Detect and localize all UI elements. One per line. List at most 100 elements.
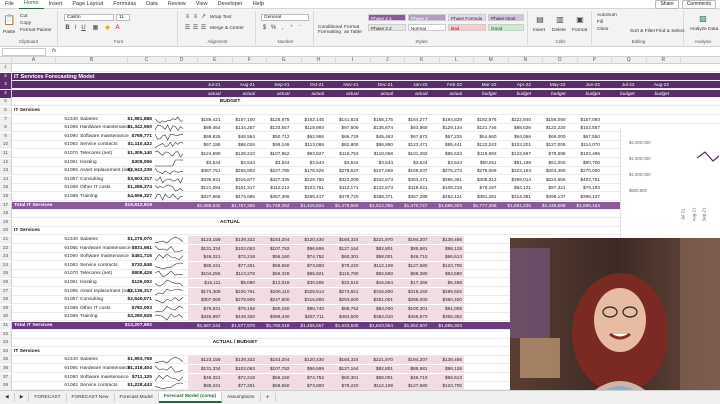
actual-value[interactable]: $66,328 bbox=[257, 270, 292, 279]
budget-value[interactable]: $86,026 bbox=[223, 141, 258, 149]
actual-budget-value[interactable]: $58,660 bbox=[257, 382, 292, 390]
row-total[interactable]: $2,136,317 bbox=[78, 288, 152, 296]
row-number[interactable]: 2 bbox=[0, 72, 12, 81]
actual-value[interactable]: $88,752 bbox=[326, 304, 361, 313]
actual-value[interactable]: $120,430 bbox=[291, 236, 326, 244]
actual-budget-value[interactable]: $73,800 bbox=[291, 382, 326, 390]
account-code[interactable]: 61082 bbox=[56, 382, 78, 390]
bold-icon[interactable]: B bbox=[64, 25, 71, 32]
column-header-o[interactable]: O bbox=[543, 57, 578, 64]
tab-page-layout[interactable]: Page Layout bbox=[67, 0, 108, 9]
budget-value[interactable]: $123,471 bbox=[395, 141, 430, 149]
grand-total[interactable]: $13,207,992 bbox=[78, 322, 152, 330]
actual-budget-value[interactable]: $85,581 bbox=[395, 365, 430, 373]
actual-value[interactable]: $360,400 bbox=[429, 296, 464, 305]
actual-value[interactable]: $5,080 bbox=[222, 279, 257, 287]
actual-value[interactable]: $98,740 bbox=[291, 304, 326, 313]
actual-value[interactable]: $74,752 bbox=[291, 253, 326, 262]
row-number[interactable]: 4 bbox=[0, 89, 12, 98]
type-header[interactable]: actual bbox=[292, 90, 327, 98]
borders-icon[interactable]: ▦ bbox=[92, 25, 99, 32]
budget-value[interactable]: $478,720 bbox=[326, 193, 361, 201]
budget-value[interactable]: $129,134 bbox=[430, 124, 465, 132]
actual-budget-value[interactable]: $79,220 bbox=[326, 382, 361, 390]
budget-value[interactable]: $3,544 bbox=[361, 159, 396, 167]
account-code[interactable]: 61095 bbox=[56, 288, 78, 296]
budget-value[interactable]: $50,911 bbox=[464, 159, 499, 167]
share-button[interactable]: Share bbox=[655, 0, 679, 9]
actual-value[interactable]: $127,164 bbox=[326, 244, 361, 253]
type-header[interactable]: actual bbox=[361, 90, 396, 98]
column-header-m[interactable]: M bbox=[474, 57, 509, 64]
copy-button[interactable]: Copy bbox=[20, 21, 31, 26]
actual-value[interactable]: $102,063 bbox=[222, 244, 257, 253]
row-number[interactable]: 34 bbox=[0, 347, 12, 356]
budget-value[interactable]: $135,874 bbox=[361, 124, 396, 132]
budget-value[interactable]: $3,544 bbox=[430, 159, 465, 167]
account-code[interactable]: 61070 bbox=[56, 150, 78, 158]
actual-value[interactable]: $398,440 bbox=[257, 313, 292, 322]
sheet-tab-forecast-new[interactable]: FORECAST New bbox=[67, 393, 115, 402]
comments-button[interactable]: Comments bbox=[681, 0, 716, 9]
row-total[interactable]: $1,342,550 bbox=[78, 124, 152, 132]
row-total[interactable]: $831,561 bbox=[78, 245, 152, 253]
budget-value[interactable]: $122,220 bbox=[533, 124, 568, 132]
section-label[interactable]: IT Services bbox=[14, 227, 64, 235]
budget-value[interactable]: $84,121 bbox=[499, 184, 534, 192]
insert-icon[interactable]: ▤ bbox=[535, 15, 545, 25]
actual-value[interactable]: $16,654 bbox=[360, 279, 395, 287]
budget-value[interactable]: $224,655 bbox=[533, 176, 568, 184]
type-header[interactable]: actual bbox=[395, 90, 430, 98]
actual-budget-value[interactable]: $56,160 bbox=[257, 373, 292, 382]
row-number[interactable]: 38 bbox=[0, 382, 12, 390]
column-header-f[interactable]: F bbox=[233, 57, 267, 64]
account-code[interactable]: 61090 bbox=[56, 253, 78, 261]
tab-nav-prev[interactable]: ◀ bbox=[0, 393, 15, 402]
budget-value[interactable]: $388,371 bbox=[361, 193, 396, 201]
budget-value[interactable]: $85,523 bbox=[430, 150, 465, 158]
account-code[interactable]: 61085 bbox=[56, 124, 78, 132]
budget-value[interactable]: $86,950 bbox=[361, 141, 396, 149]
month-header[interactable]: May-22 bbox=[533, 81, 568, 89]
row-number[interactable]: 21 bbox=[0, 236, 12, 244]
name-box[interactable] bbox=[2, 48, 46, 56]
row-number[interactable]: 15 bbox=[0, 184, 12, 193]
actual-value[interactable]: $80,150 bbox=[257, 304, 292, 313]
increase-decimal-icon[interactable]: ⁺ bbox=[288, 25, 295, 32]
column-header-p[interactable]: P bbox=[578, 57, 612, 64]
row-total[interactable]: $769,771 bbox=[78, 133, 152, 141]
format-as-table-button[interactable]: Format as Table bbox=[344, 25, 364, 35]
actual-budget-value[interactable]: $96,699 bbox=[291, 365, 326, 373]
actual-value[interactable]: $316,800 bbox=[291, 296, 326, 305]
account-code[interactable]: 61090 bbox=[56, 374, 78, 382]
budget-value[interactable]: $164,277 bbox=[395, 116, 430, 124]
budget-value[interactable]: $363,471 bbox=[395, 176, 430, 184]
section-label[interactable]: IT Services bbox=[14, 348, 64, 356]
budget-value[interactable]: $316,877 bbox=[223, 176, 258, 184]
budget-value[interactable]: $255,902 bbox=[223, 167, 258, 175]
total-value[interactable]: $1,479,559 bbox=[326, 202, 361, 210]
sheet-title[interactable]: IT Services Forecasting Model bbox=[14, 73, 174, 81]
budget-value[interactable]: $305,012 bbox=[464, 176, 499, 184]
actual-value[interactable]: $316,800 bbox=[360, 287, 395, 296]
actual-budget-value[interactable]: $74,752 bbox=[291, 373, 326, 382]
budget-value[interactable]: $50,700 bbox=[568, 159, 603, 167]
column-header-e[interactable]: E bbox=[198, 57, 233, 64]
budget-value[interactable]: $50,712 bbox=[257, 133, 292, 141]
budget-value[interactable]: $3,544 bbox=[395, 159, 430, 167]
row-total[interactable]: $3,280,928 bbox=[78, 313, 152, 321]
total-value[interactable]: $1,652,907 bbox=[395, 322, 430, 330]
month-header[interactable]: Apr-22 bbox=[499, 81, 534, 89]
decrease-decimal-icon[interactable]: ⁻ bbox=[297, 25, 304, 32]
actual-value[interactable]: $319,160 bbox=[395, 287, 430, 296]
actual-value[interactable]: $22,615 bbox=[326, 279, 361, 287]
actual-budget-label[interactable]: ACTUAL / BUDGET bbox=[190, 339, 280, 347]
actual-value[interactable]: $82,801 bbox=[360, 244, 395, 253]
budget-value[interactable]: $369,014 bbox=[499, 176, 534, 184]
actual-value[interactable]: $384,010 bbox=[360, 313, 395, 322]
actual-budget-value[interactable]: $72,218 bbox=[222, 373, 257, 382]
actual-value[interactable]: $293,000 bbox=[326, 296, 361, 305]
actual-value[interactable]: $123,159 bbox=[188, 236, 223, 244]
month-header[interactable]: Sep-21 bbox=[257, 81, 292, 89]
row-number[interactable]: 1 bbox=[0, 64, 12, 72]
